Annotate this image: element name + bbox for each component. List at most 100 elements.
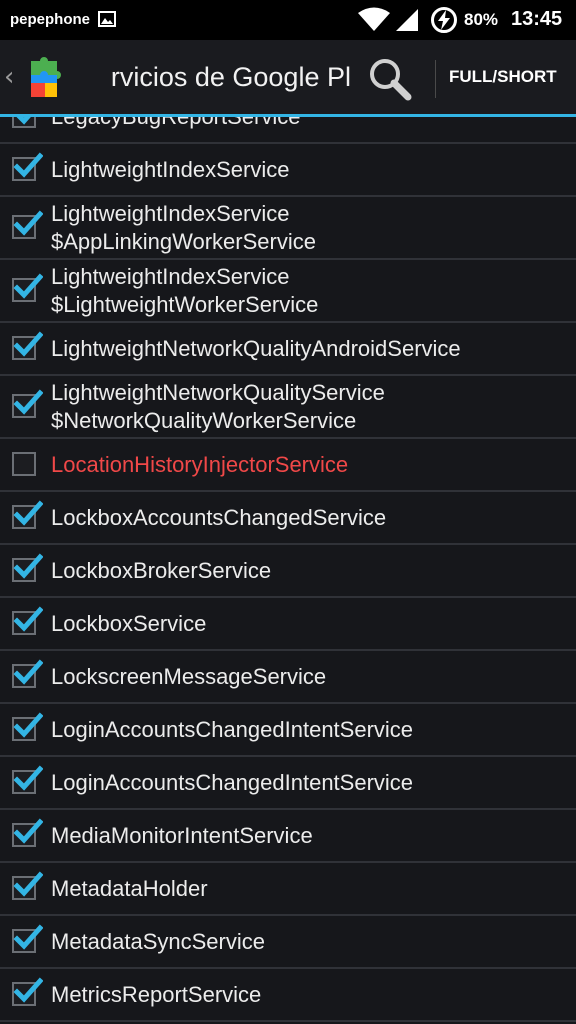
action-divider	[435, 60, 436, 98]
action-bar: ‹ rvicios de Google Pla FULL/SHORT	[0, 40, 576, 117]
page-title: rvicios de Google Pla	[110, 62, 350, 92]
service-name-line1: LockboxBrokerService	[51, 557, 272, 583]
checkbox-unchecked[interactable]	[12, 450, 40, 478]
back-chevron-icon[interactable]: ‹	[4, 62, 14, 92]
status-bar: pepephone 80% 13:45	[0, 0, 576, 40]
service-name-line1: LocationHistoryInjectorService	[51, 451, 349, 477]
checkmark-icon	[16, 117, 31, 125]
image-notification-icon	[98, 11, 116, 32]
service-row[interactable]: MetadataHolder	[0, 863, 576, 916]
service-name-line1: LightweightIndexService	[51, 200, 290, 226]
checkbox-checked[interactable]	[12, 499, 43, 531]
service-row[interactable]: LocationHistoryInjectorService	[0, 439, 576, 492]
service-row[interactable]: LightweightIndexService $AppLinkingWorker…	[0, 197, 576, 260]
checkmark-icon	[13, 870, 43, 897]
service-name-line2: $NetworkQualityWorkerService	[51, 407, 357, 433]
checkbox-checked[interactable]	[12, 330, 43, 362]
checkmark-icon	[13, 976, 43, 1003]
service-name: LockboxAccountsChangedService	[51, 504, 386, 532]
checkmark-icon	[13, 388, 43, 415]
carrier-name: pepephone	[10, 11, 91, 28]
service-name-line1: LightweightNetworkQualityService	[51, 379, 385, 405]
checkbox-checked[interactable]	[12, 817, 43, 849]
service-row[interactable]: LockboxAccountsChangedService	[0, 492, 576, 545]
service-name-line1: LoginAccountsChangedIntentService	[51, 716, 414, 742]
checkbox-checked[interactable]	[12, 272, 43, 304]
service-name-line1: LegacyBugReportService	[51, 117, 300, 131]
service-name: LoginAccountsChangedIntentService	[51, 716, 413, 744]
service-row[interactable]: LoginAccountsChangedIntentService	[0, 704, 576, 757]
checkbox-checked[interactable]	[12, 870, 43, 902]
service-name: MetadataSyncService	[51, 928, 265, 956]
checkbox-checked[interactable]	[12, 711, 43, 743]
service-name-line1: LightweightIndexService	[51, 263, 290, 289]
checkbox-checked[interactable]	[12, 209, 43, 241]
checkmark-icon	[13, 209, 43, 236]
checkbox-checked[interactable]	[12, 764, 43, 796]
service-name: LockboxService	[51, 610, 206, 638]
checkbox-checked[interactable]	[12, 605, 43, 637]
service-name-line1: MetadataSyncService	[51, 928, 265, 954]
service-name-line1: LightweightIndexService	[51, 156, 290, 182]
service-name: LoginAccountsChangedIntentService	[51, 769, 413, 797]
service-name: MetadataHolder	[51, 875, 208, 903]
signal-icon	[395, 8, 419, 37]
checkmark-icon	[13, 711, 43, 738]
checkbox-checked[interactable]	[12, 388, 43, 420]
service-name-line1: LockboxService	[51, 610, 207, 636]
title-container: rvicios de Google Pla	[70, 56, 350, 100]
service-row[interactable]: LoginAccountsChangedIntentService	[0, 757, 576, 810]
checkmark-icon	[13, 764, 43, 791]
checkbox-checked[interactable]	[12, 151, 43, 183]
checkbox-box	[12, 451, 36, 476]
checkmark-icon	[13, 330, 43, 357]
service-list-content: LegacyBugReportService LightweightIndexSe…	[0, 117, 576, 1022]
service-name-line1: LockscreenMessageService	[51, 663, 327, 689]
service-row[interactable]: LightweightIndexService	[0, 144, 576, 197]
service-row[interactable]: LightweightNetworkQualityAndroidService	[0, 323, 576, 376]
service-row[interactable]: MediaMonitorIntentService	[0, 810, 576, 863]
checkbox-checked[interactable]	[12, 658, 43, 690]
service-row[interactable]: LockboxBrokerService	[0, 545, 576, 598]
service-row[interactable]: LockscreenMessageService	[0, 651, 576, 704]
checkbox-checked[interactable]	[12, 976, 43, 1008]
checkmark-icon	[13, 817, 43, 844]
service-row[interactable]: LockboxService	[0, 598, 576, 651]
service-name: LightweightIndexService $LightweightWorke…	[51, 263, 318, 319]
battery-charging-icon	[430, 6, 458, 39]
service-name-line1: LightweightNetworkQualityAndroidService	[51, 335, 461, 361]
service-row[interactable]: MetadataSyncService	[0, 916, 576, 969]
checkbox-checked[interactable]	[12, 552, 43, 584]
search-icon[interactable]	[367, 56, 413, 107]
service-name-line2: $LightweightWorkerService	[51, 291, 319, 317]
service-list[interactable]: LegacyBugReportService LightweightIndexSe…	[0, 117, 576, 1024]
service-name-line1: LockboxAccountsChangedService	[51, 504, 387, 530]
service-name: LightweightIndexService $AppLinkingWorker…	[51, 200, 316, 256]
service-name-line2: $AppLinkingWorkerService	[51, 228, 316, 254]
service-name: LockboxBrokerService	[51, 557, 271, 585]
service-row[interactable]: LegacyBugReportService	[0, 117, 576, 144]
service-name: LegacyBugReportService	[51, 117, 300, 131]
service-name-line1: MediaMonitorIntentService	[51, 822, 313, 848]
checkbox-checked[interactable]	[12, 923, 43, 955]
checkmark-icon	[13, 658, 43, 685]
full-short-toggle-button[interactable]: FULL/SHORT	[449, 67, 557, 87]
service-name: LockscreenMessageService	[51, 663, 326, 691]
clock: 13:45	[511, 8, 563, 30]
wifi-icon	[357, 6, 391, 37]
service-name: LightweightIndexService	[51, 156, 289, 184]
service-row[interactable]: LightweightIndexService $LightweightWorke…	[0, 260, 576, 323]
checkmark-icon	[13, 605, 43, 632]
service-name-line1: LoginAccountsChangedIntentService	[51, 769, 414, 795]
play-services-app-icon[interactable]	[25, 53, 67, 104]
checkbox-checked[interactable]	[12, 117, 40, 130]
service-name: LocationHistoryInjectorService	[51, 451, 348, 479]
checkmark-icon	[13, 151, 43, 178]
service-name: MetricsReportService	[51, 981, 261, 1009]
service-name: LightweightNetworkQualityService $Network…	[51, 379, 385, 435]
service-row[interactable]: LightweightNetworkQualityService $Network…	[0, 376, 576, 439]
checkmark-icon	[13, 272, 43, 299]
battery-percentage: 80%	[464, 10, 499, 29]
service-name: LightweightNetworkQualityAndroidService	[51, 335, 461, 363]
service-row[interactable]: MetricsReportService	[0, 969, 576, 1022]
